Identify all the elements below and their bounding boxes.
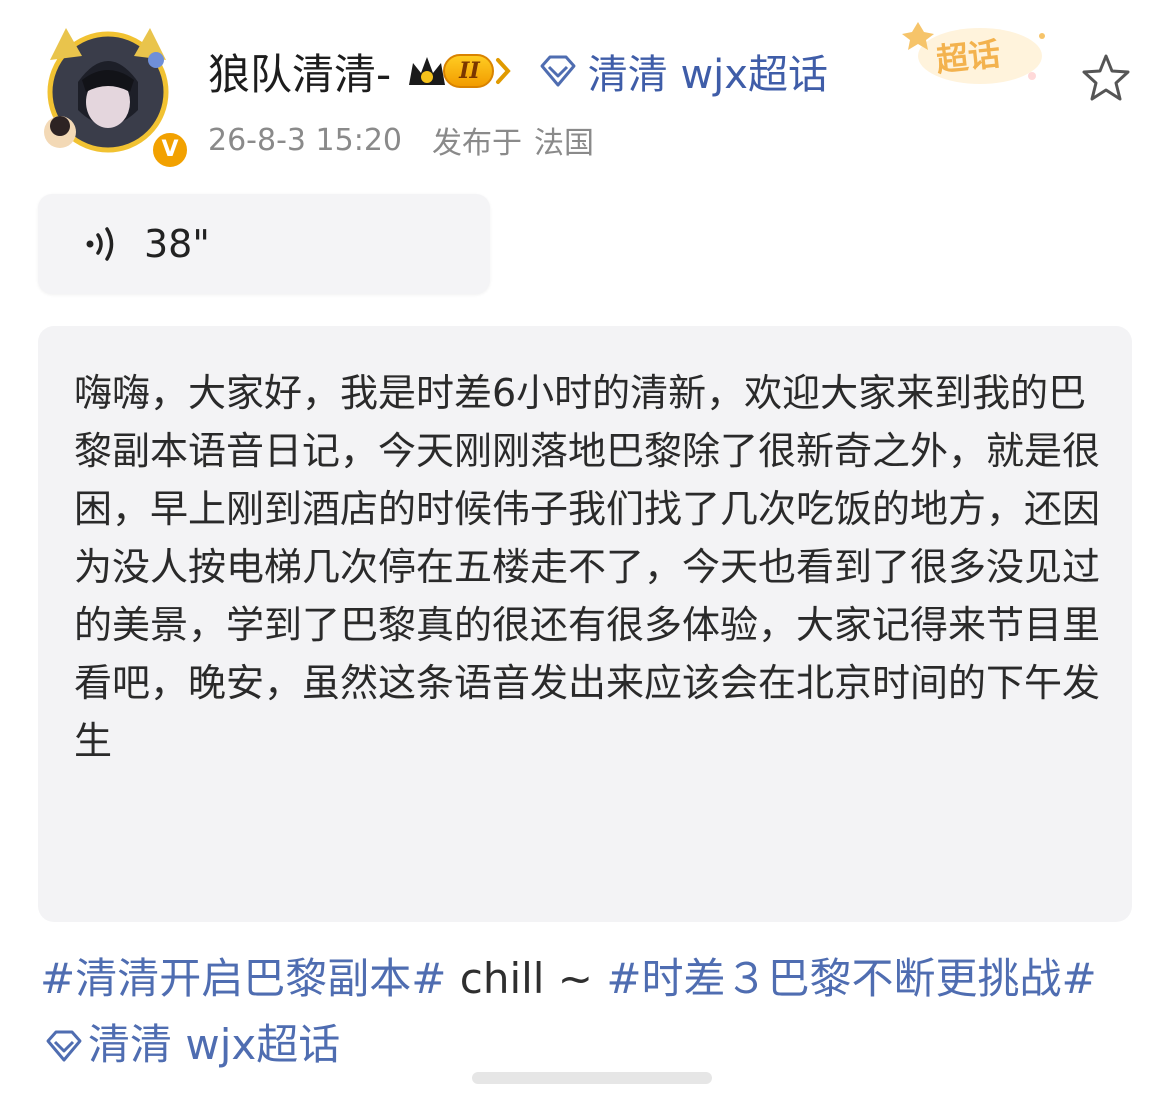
avatar[interactable]: V	[30, 14, 190, 170]
transcript-text: 嗨嗨，大家好，我是时差6小时的清新，欢迎大家来到我的巴黎副本语音日记，今天刚刚落…	[74, 371, 1101, 763]
name-row: 狼队清清- II 清清 wjx超话	[208, 36, 828, 106]
location-prefix: 发布于	[432, 126, 522, 161]
hashtag-link[interactable]: #时差３巴黎不断更挑战#	[606, 954, 1096, 1003]
chevron-right-icon	[495, 58, 511, 84]
post-tags: #清清开启巴黎副本# chill ~ #时差３巴黎不断更挑战# 清清 wjx超话	[40, 946, 1140, 1078]
super-topic-label: 超话	[934, 34, 1003, 80]
transcript-card: 嗨嗨，大家好，我是时差6小时的清新，欢迎大家来到我的巴黎副本语音日记，今天刚刚落…	[38, 326, 1132, 922]
post-timestamp: 26-8-3 15:20	[208, 122, 402, 158]
voice-message[interactable]: 38"	[38, 194, 490, 294]
post-header: V 狼队清清- II 清清 wjx超话 超话 26-8-3 15:20 发布于 …	[0, 0, 1170, 185]
super-topic-link[interactable]: 清清 wjx超话	[88, 1020, 340, 1069]
audio-wave-icon	[86, 227, 114, 261]
super-topic-badge[interactable]: 超话	[900, 18, 1050, 88]
star-favorite-icon[interactable]	[1078, 50, 1134, 106]
username[interactable]: 狼队清清-	[208, 41, 391, 102]
verified-v-icon: V	[150, 130, 190, 170]
topic-name[interactable]: 清清 wjx超话	[588, 42, 828, 100]
voice-duration: 38"	[144, 222, 210, 266]
post-meta: 26-8-3 15:20 发布于 法国	[208, 118, 594, 162]
tag-text: chill ~	[446, 954, 607, 1003]
verified-letter: V	[161, 137, 179, 162]
hashtag-link[interactable]: #清清开启巴黎副本#	[40, 954, 446, 1003]
diamond-topic-icon	[46, 1030, 82, 1062]
level-badge[interactable]: II	[405, 51, 512, 91]
post-location: 法国	[534, 126, 594, 161]
level-badge-label: II	[443, 54, 494, 88]
home-indicator	[472, 1072, 712, 1084]
diamond-topic-icon	[540, 55, 576, 87]
